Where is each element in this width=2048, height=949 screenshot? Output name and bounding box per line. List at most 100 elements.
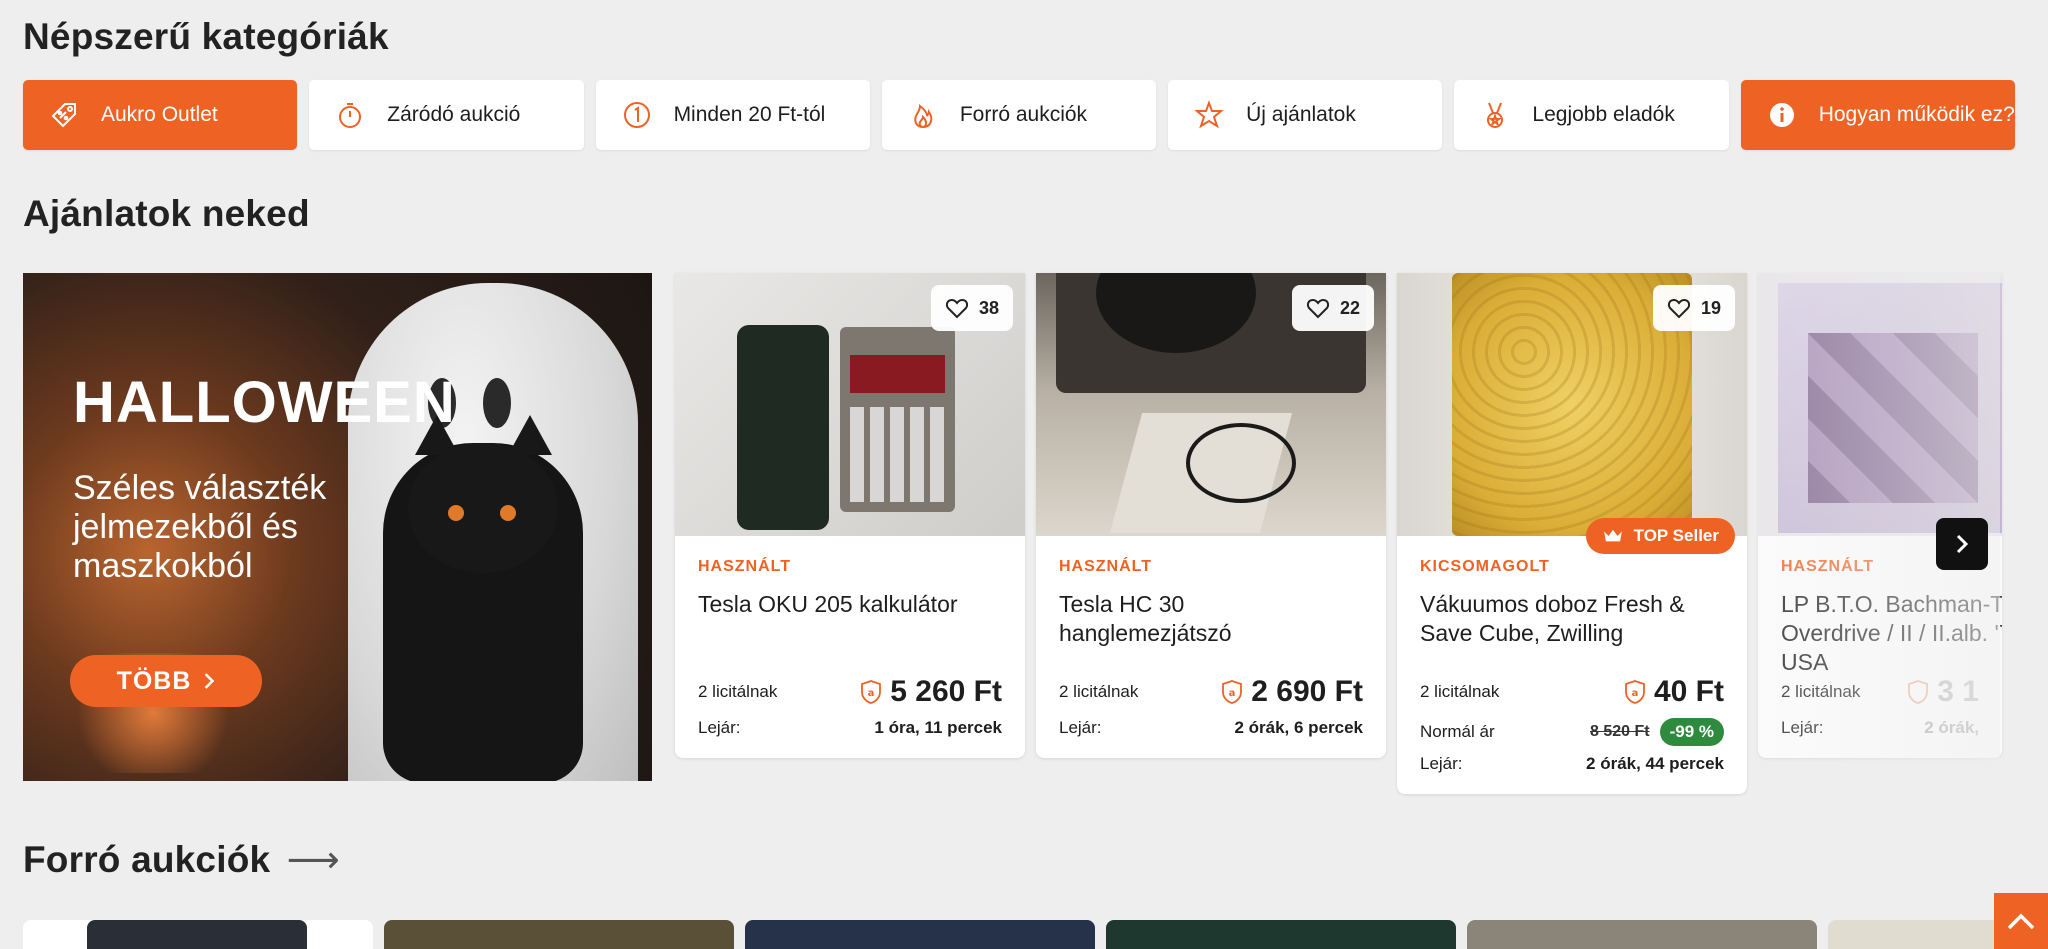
bidders-count: 2 licitálnak: [1781, 682, 1861, 701]
carousel-next-button[interactable]: [1936, 518, 1988, 570]
like-button[interactable]: 38: [930, 285, 1013, 331]
auction-shield-icon: a: [1625, 680, 1645, 704]
badge-label: TOP Seller: [1633, 526, 1719, 545]
condition-label: KICSOMAGOLT: [1420, 558, 1550, 575]
tag-percent-icon: [47, 98, 81, 132]
offer-card[interactable]: 22 HASZNÁLT Tesla HC 30 hanglemezjátszó …: [1036, 273, 1386, 758]
heart-icon: [945, 299, 969, 319]
chevron-up-icon: [2007, 913, 2035, 930]
heart-icon: [1667, 299, 1691, 319]
banner-title: HALLOWEEN: [73, 370, 456, 435]
svg-text:a: a: [1229, 688, 1236, 699]
medal-icon: [1478, 98, 1512, 132]
like-button[interactable]: 19: [1652, 285, 1735, 331]
like-count: 38: [978, 297, 999, 318]
crown-icon: [1603, 529, 1622, 542]
chevron-right-icon: [1956, 534, 1969, 554]
normal-price: 8 520 Ft: [1589, 723, 1650, 740]
product-image-turntable: 22: [1036, 273, 1386, 536]
category-aukro-outlet[interactable]: Aukro Outlet: [23, 80, 298, 150]
product-title[interactable]: LP B.T.O. Bachman-Turner Overdrive / II …: [1781, 590, 2002, 672]
flame-icon: [906, 98, 940, 132]
hot-auction-card[interactable]: [23, 920, 373, 949]
auction-shield-icon: [1908, 680, 1929, 704]
hot-auctions-title[interactable]: Forró aukciók ⟶: [23, 838, 340, 881]
like-button[interactable]: 22: [1291, 285, 1374, 331]
price: a 5 260 Ft: [860, 675, 1002, 709]
normal-price-label: Normál ár: [1420, 722, 1495, 741]
category-best-sellers[interactable]: Legjobb eladók: [1454, 80, 1729, 150]
like-count: 22: [1339, 297, 1360, 318]
category-label: Záródó aukció: [387, 103, 521, 126]
black-cat-head: [408, 443, 558, 573]
number-one-icon: [620, 98, 654, 132]
price: 3 1: [1907, 675, 1979, 709]
category-label: Minden 20 Ft-tól: [673, 103, 826, 126]
expires-label: Lejár:: [1420, 754, 1463, 773]
time-left: 2 órák,: [1924, 718, 1979, 737]
arrow-right-icon: ⟶: [286, 839, 341, 880]
scroll-to-top-button[interactable]: [1994, 893, 2048, 949]
time-left: 2 órák, 6 percek: [1234, 718, 1363, 737]
stopwatch-icon: [333, 98, 367, 132]
category-from-20-ft[interactable]: Minden 20 Ft-tól: [595, 80, 870, 150]
product-title[interactable]: Tesla OKU 205 kalkulátor: [698, 590, 1002, 672]
category-label: Forró aukciók: [959, 103, 1088, 126]
svg-text:a: a: [1632, 688, 1639, 699]
like-count: 19: [1700, 297, 1721, 318]
hot-auction-card[interactable]: [1828, 920, 2000, 949]
offers-for-you-title: Ajánlatok neked: [23, 193, 310, 234]
hot-auctions-label: Forró aukciók: [23, 839, 271, 880]
star-burst-icon: [1192, 98, 1226, 132]
heart-icon: [1306, 299, 1330, 319]
expires-label: Lejár:: [1781, 718, 1824, 737]
auction-shield-icon: a: [861, 680, 882, 704]
product-image-calculator: 38: [675, 273, 1025, 536]
banner-button-label: TÖBB: [116, 666, 192, 695]
svg-text:a: a: [868, 688, 875, 699]
hot-auction-card[interactable]: [745, 920, 1095, 949]
category-hot-auctions[interactable]: Forró aukciók: [881, 80, 1157, 150]
product-image-lp-record: [1758, 273, 2002, 536]
time-left: 2 órák, 44 percek: [1586, 754, 1724, 773]
time-left: 1 óra, 11 percek: [874, 718, 1002, 737]
condition-label: HASZNÁLT: [1059, 558, 1153, 575]
product-image-vacuum-box: 19 TOP Seller: [1397, 273, 1747, 554]
hot-auction-card[interactable]: [1467, 920, 1817, 949]
price: a 2 690 Ft: [1221, 675, 1363, 709]
offer-card[interactable]: 19 TOP Seller KICSOMAGOLT Vákuumos doboz…: [1397, 273, 1747, 794]
auction-shield-icon: a: [1222, 680, 1243, 704]
top-seller-badge: TOP Seller: [1585, 518, 1735, 554]
banner-subtitle: Széles választék jelmezekből és maszkokb…: [73, 469, 327, 585]
halloween-banner[interactable]: HALLOWEEN Széles választék jelmezekből é…: [23, 273, 652, 781]
category-label: Hogyan működik ez?: [1818, 103, 2015, 126]
calculator-case: [737, 325, 829, 530]
category-new-offers[interactable]: Új ajánlatok: [1168, 80, 1443, 150]
info-icon: [1765, 98, 1799, 132]
how-it-works-button[interactable]: Hogyan működik ez?: [1740, 80, 2015, 150]
product-title[interactable]: Tesla HC 30 hanglemezjátszó: [1059, 590, 1363, 672]
category-bar: Aukro Outlet Záródó aukció Minden 20 Ft-…: [23, 80, 2015, 150]
bidders-count: 2 licitálnak: [1420, 682, 1500, 701]
bidders-count: 2 licitálnak: [1059, 682, 1139, 701]
chevron-right-icon: [205, 673, 215, 689]
price-value: 5 260 Ft: [890, 675, 1002, 708]
expires-label: Lejár:: [698, 718, 741, 737]
hot-auction-card[interactable]: [1106, 920, 1456, 949]
ghost-eye: [483, 378, 511, 428]
banner-more-button[interactable]: TÖBB: [70, 655, 262, 707]
cat-eye: [448, 505, 464, 521]
price-value: 40 Ft: [1653, 675, 1724, 708]
price-value: 2 690 Ft: [1251, 675, 1363, 708]
calculator-body: [840, 327, 955, 512]
category-closing-auctions[interactable]: Záródó aukció: [309, 80, 584, 150]
cat-eye: [500, 505, 516, 521]
category-label: Új ajánlatok: [1246, 103, 1356, 126]
discount-badge: -99 %: [1659, 718, 1724, 746]
hot-auction-card[interactable]: [384, 920, 734, 949]
popular-categories-title: Népszerű kategóriák: [23, 16, 389, 57]
offer-card[interactable]: 38 HASZNÁLT Tesla OKU 205 kalkulátor 2 l…: [675, 273, 1025, 758]
product-title[interactable]: Vákuumos doboz Fresh & Save Cube, Zwilli…: [1420, 590, 1724, 672]
cat-ear: [508, 415, 552, 455]
offer-card[interactable]: HASZNÁLT LP B.T.O. Bachman-Turner Overdr…: [1758, 273, 2002, 758]
